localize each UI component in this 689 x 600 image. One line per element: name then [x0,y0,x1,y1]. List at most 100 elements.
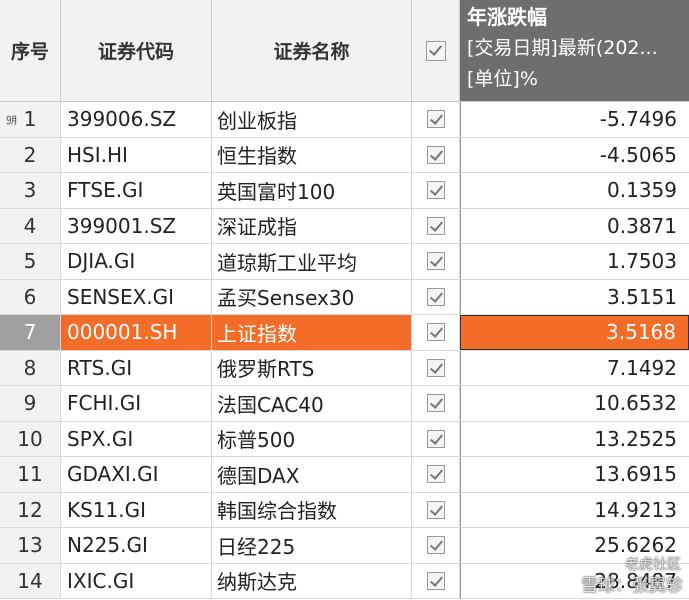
security-name[interactable]: 道琼斯工业平均 [212,244,412,279]
security-code[interactable]: 000001.SH [61,315,212,350]
row-checkbox-cell[interactable] [412,315,460,350]
row-checkbox[interactable] [426,394,445,413]
header-annual-change[interactable]: 年涨跌幅 [交易日期]最新(202... [单位]% [460,0,689,102]
table-row[interactable]: 13 N225.GI 日经225 25.6262 [0,528,689,564]
header-code[interactable]: 证券代码 [61,0,212,102]
security-name[interactable]: 上证指数 [212,315,412,350]
security-name[interactable]: 标普500 [212,421,412,456]
security-name[interactable]: 日经225 [212,528,412,563]
row-checkbox-cell[interactable] [412,102,460,137]
security-name[interactable]: 恒生指数 [212,137,412,172]
row-checkbox[interactable] [426,571,445,590]
security-code[interactable]: FCHI.GI [61,386,212,421]
row-checkbox[interactable] [426,181,445,200]
row-checkbox[interactable] [426,429,445,448]
row-checkbox[interactable] [426,216,445,235]
security-name[interactable]: 法国CAC40 [212,386,412,421]
row-index[interactable]: 2 [0,137,61,172]
security-code[interactable]: 399001.SZ [61,208,212,243]
security-name[interactable]: 纳斯达克 [212,563,412,598]
security-code[interactable]: IXIC.GI [61,563,212,598]
table-row[interactable]: 11 GDAXI.GI 德国DAX 13.6915 [0,457,689,493]
mini-chart-icon[interactable]: ㋈ [6,112,17,128]
security-name[interactable]: 韩国综合指数 [212,492,412,527]
security-name[interactable]: 德国DAX [212,457,412,492]
header-select-all[interactable] [412,0,460,102]
annual-change-value[interactable]: 14.9213 [460,492,689,527]
security-code[interactable]: SPX.GI [61,421,212,456]
annual-change-value[interactable]: -4.5065 [460,137,689,172]
annual-change-value[interactable]: 7.1492 [460,350,689,385]
row-index[interactable]: 8 [0,350,61,385]
security-name[interactable]: 俄罗斯RTS [212,350,412,385]
row-checkbox[interactable] [426,323,445,342]
annual-change-value[interactable]: 3.5151 [460,279,689,314]
annual-change-value[interactable]: 0.1359 [460,173,689,208]
security-code[interactable]: FTSE.GI [61,173,212,208]
table-row[interactable]: 12 KS11.GI 韩国综合指数 14.9213 [0,492,689,528]
row-checkbox-cell[interactable] [412,563,460,598]
security-code[interactable]: SENSEX.GI [61,279,212,314]
table-row[interactable]: 10 SPX.GI 标普500 13.2525 [0,421,689,457]
table-row[interactable]: 6 SENSEX.GI 孟买Sensex30 3.5151 [0,279,689,315]
row-checkbox[interactable] [426,145,445,164]
row-checkbox-cell[interactable] [412,528,460,563]
row-checkbox[interactable] [426,287,445,306]
table-row[interactable]: 2 HSI.HI 恒生指数 -4.5065 [0,137,689,173]
table-row[interactable]: 1 399006.SZ 创业板指 -5.7496 ㋈ [0,102,689,138]
annual-change-value[interactable]: 10.6532 [460,386,689,421]
table-row[interactable]: 5 DJIA.GI 道琼斯工业平均 1.7503 [0,244,689,280]
security-code[interactable]: GDAXI.GI [61,457,212,492]
table-row[interactable]: 9 FCHI.GI 法国CAC40 10.6532 [0,386,689,422]
row-index[interactable]: 3 [0,173,61,208]
security-name[interactable]: 创业板指 [212,102,412,137]
row-index[interactable]: 7 [0,315,61,350]
security-code[interactable]: HSI.HI [61,137,212,172]
row-checkbox[interactable] [426,252,445,271]
header-index[interactable]: 序号 [0,0,61,102]
security-code[interactable]: DJIA.GI [61,244,212,279]
row-checkbox[interactable] [426,536,445,555]
security-name[interactable]: 英国富时100 [212,173,412,208]
annual-change-value[interactable]: 13.2525 [460,421,689,456]
security-name[interactable]: 深证成指 [212,208,412,243]
row-index[interactable]: 4 [0,208,61,243]
row-checkbox[interactable] [426,465,445,484]
row-index[interactable]: 13 [0,528,61,563]
row-index[interactable]: 14 [0,563,61,598]
table-row[interactable]: 7 000001.SH 上证指数 3.5168 [0,315,689,351]
row-checkbox[interactable] [426,358,445,377]
row-checkbox-cell[interactable] [412,421,460,456]
row-index[interactable]: 12 [0,492,61,527]
table-row[interactable]: 3 FTSE.GI 英国富时100 0.1359 [0,173,689,209]
row-checkbox-cell[interactable] [412,386,460,421]
security-code[interactable]: N225.GI [61,528,212,563]
row-checkbox-cell[interactable] [412,244,460,279]
row-checkbox[interactable] [426,110,445,129]
annual-change-value[interactable]: 13.6915 [460,457,689,492]
row-index[interactable]: 5 [0,244,61,279]
row-checkbox-cell[interactable] [412,137,460,172]
row-index[interactable]: 11 [0,457,61,492]
row-checkbox-cell[interactable] [412,279,460,314]
annual-change-value[interactable]: 1.7503 [460,244,689,279]
row-index[interactable]: 10 [0,421,61,456]
row-checkbox-cell[interactable] [412,457,460,492]
row-checkbox-cell[interactable] [412,350,460,385]
row-checkbox-cell[interactable] [412,208,460,243]
annual-change-value[interactable]: 3.5168 [460,315,689,350]
row-checkbox-cell[interactable] [412,173,460,208]
annual-change-value[interactable]: -5.7496 [460,102,689,137]
security-code[interactable]: KS11.GI [61,492,212,527]
security-code[interactable]: 399006.SZ [61,102,212,137]
select-all-checkbox[interactable] [425,40,446,61]
header-name[interactable]: 证券名称 [212,0,412,102]
row-index[interactable]: 6 [0,279,61,314]
security-name[interactable]: 孟买Sensex30 [212,279,412,314]
security-code[interactable]: RTS.GI [61,350,212,385]
row-checkbox-cell[interactable] [412,492,460,527]
annual-change-value[interactable]: 0.3871 [460,208,689,243]
row-index[interactable]: 9 [0,386,61,421]
row-checkbox[interactable] [426,500,445,519]
table-row[interactable]: 4 399001.SZ 深证成指 0.3871 [0,208,689,244]
